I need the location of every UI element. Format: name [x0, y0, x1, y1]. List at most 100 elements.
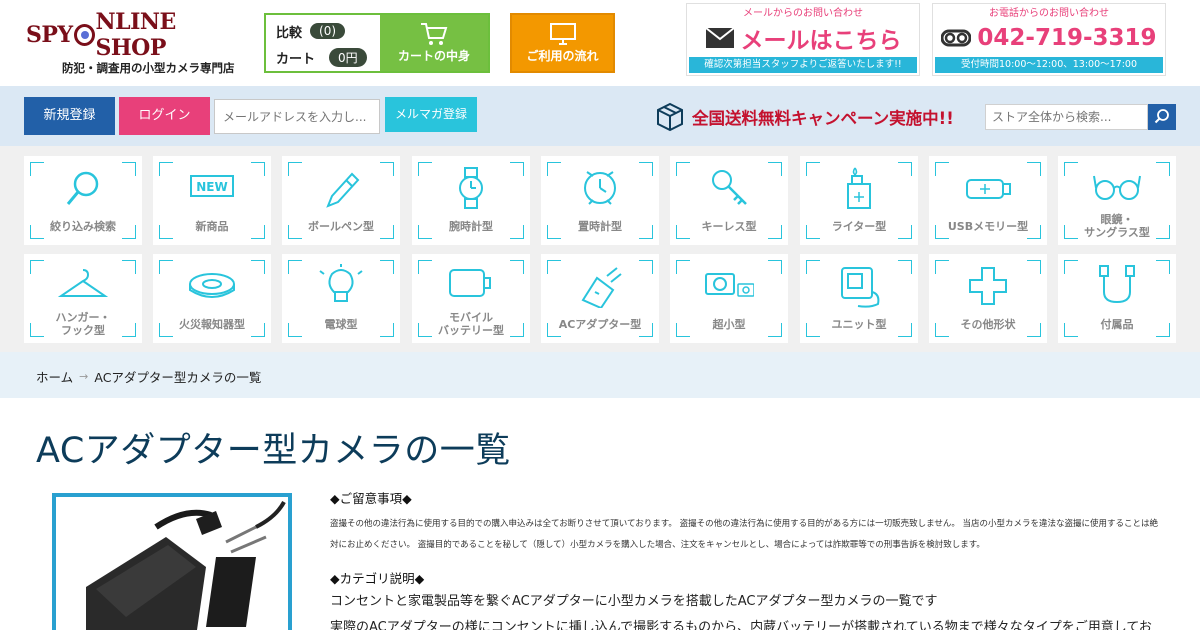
category-tile[interactable]: 眼鏡・ サングラス型 [1058, 156, 1176, 245]
member-bar: 新規登録 ログイン メルマガ登録 全国送料無料キャンペーン実施中!! [0, 86, 1200, 146]
category-tile[interactable]: 絞り込み検索 [24, 156, 142, 245]
category-label: 超小型 [712, 318, 746, 331]
tile-corner [510, 260, 524, 274]
phone-contact-footer: 受付時間10:00～12:00、13:00～17:00 [935, 57, 1163, 73]
cart-button[interactable]: カートの中身 [380, 15, 488, 71]
usage-flow-button[interactable]: ご利用の流れ [510, 13, 615, 73]
category-tile[interactable]: 置時計型 [541, 156, 659, 245]
lighter-icon [847, 167, 871, 209]
register-button[interactable]: 新規登録 [24, 97, 115, 135]
notice-heading: ◆ご留意事項◆ [330, 491, 412, 506]
login-button[interactable]: ログイン [119, 97, 210, 135]
logo-tagline: 防犯・調査用の小型カメラ専門店 [62, 61, 235, 75]
tile-corner [1064, 162, 1078, 176]
other-shape-icon [969, 267, 1007, 305]
cart-icon [421, 23, 448, 45]
category-tile[interactable]: ハンガー・ フック型 [24, 254, 142, 343]
category-tile[interactable]: その他形状 [929, 254, 1047, 343]
tile-corner [639, 260, 653, 274]
mail-contact-banner[interactable]: メールからのお問い合わせ メールはこちら 確認次第担当スタッフよりご返答いたしま… [686, 3, 920, 76]
breadcrumb-home[interactable]: ホーム [36, 367, 73, 386]
logo-lens-icon [73, 24, 95, 46]
tile-corner [1156, 162, 1170, 176]
phone-contact-label: お電話からのお問い合わせ [989, 8, 1109, 19]
unit-icon [841, 267, 880, 308]
free-shipping-campaign: 全国送料無料キャンペーン実施中!! [656, 102, 954, 132]
breadcrumb-current: ACアダプター型カメラの一覧 [94, 370, 262, 385]
tile-corner [251, 162, 265, 176]
cart-row[interactable]: カート 0円 [276, 47, 367, 67]
tile-corner [122, 162, 136, 176]
bulb-icon [319, 264, 363, 302]
breadcrumb-bar: ホーム → ACアダプター型カメラの一覧 [0, 352, 1200, 398]
store-search-input[interactable] [985, 104, 1148, 130]
monitor-icon [549, 23, 576, 45]
category-tile[interactable]: モバイル バッテリー型 [412, 254, 530, 343]
tile-corner [898, 260, 912, 274]
tile-corner [768, 260, 782, 274]
battery-icon [449, 269, 491, 297]
category-heading: ◆カテゴリ説明◆ [330, 571, 425, 586]
cart-summary: 比較 (0) カート 0円 カートの中身 [264, 13, 490, 73]
tile-corner [510, 162, 524, 176]
tile-corner [639, 162, 653, 176]
envelope-icon [704, 27, 735, 48]
tile-corner [288, 162, 302, 176]
phone-contact-banner[interactable]: お電話からのお問い合わせ 042-719-3319 受付時間10:00～12:0… [932, 3, 1166, 76]
newsletter-email-input[interactable] [214, 99, 380, 134]
category-tile[interactable]: キーレス型 [670, 156, 788, 245]
mail-contact-main: メールはこちら [740, 28, 902, 54]
hanger-icon [58, 269, 108, 297]
tile-corner [122, 260, 136, 274]
category-tile[interactable]: ライター型 [800, 156, 918, 245]
newsletter-subscribe-button[interactable]: メルマガ登録 [385, 97, 477, 132]
category-tile[interactable]: USBメモリー型 [929, 156, 1047, 245]
tile-corner [806, 162, 820, 176]
category-label: ユニット型 [831, 318, 887, 331]
category-description-2: 実際のACアダプターの様にコンセントに挿し込んで撮影するものから、内蔵バッテリー… [330, 620, 1152, 630]
category-label: ライター型 [831, 220, 887, 233]
category-tile[interactable]: ボールペン型 [282, 156, 400, 245]
category-tile[interactable]: 超小型 [670, 254, 788, 343]
category-label: USBメモリー型 [947, 220, 1029, 233]
freedial-icon [941, 29, 972, 47]
compare-row[interactable]: 比較 (0) [276, 21, 346, 41]
category-tile[interactable]: ユニット型 [800, 254, 918, 343]
tile-corner [418, 162, 432, 176]
category-tile[interactable]: 電球型 [282, 254, 400, 343]
category-label: 火災報知器型 [179, 318, 245, 331]
breadcrumb-arrow-icon: → [79, 370, 89, 383]
cart-button-label: カートの中身 [397, 49, 470, 63]
logo-wordmark: SPY NLINE SHOP [26, 9, 176, 61]
key-icon [712, 170, 747, 205]
glasses-icon [1093, 175, 1141, 200]
category-label: 電球型 [324, 318, 358, 331]
category-tile[interactable]: 腕時計型 [412, 156, 530, 245]
new-badge-icon: NEW [190, 175, 234, 197]
mail-contact-label: メールからのお問い合わせ [743, 8, 863, 19]
site-logo[interactable]: SPY NLINE SHOP 防犯・調査用の小型カメラ専門店 [26, 9, 242, 75]
search-button[interactable] [1148, 104, 1176, 130]
category-tile[interactable]: 付属品 [1058, 254, 1176, 343]
category-description: コンセントと家電製品等を繋ぐACアダプターに小型カメラを搭載したACアダプター型… [330, 594, 938, 609]
wristwatch-icon [459, 167, 483, 209]
mail-contact-footer: 確認次第担当スタッフよりご返答いたします!! [689, 57, 917, 73]
category-label: 新商品 [195, 220, 229, 233]
category-tile[interactable]: ACアダプター型 [541, 254, 659, 343]
mini-camera-icon [705, 273, 754, 297]
package-icon [657, 102, 683, 132]
tile-corner [159, 260, 173, 274]
tile-corner [676, 260, 690, 274]
category-label: その他形状 [960, 318, 1016, 331]
compare-label: 比較 [276, 25, 303, 41]
tile-corner [768, 162, 782, 176]
category-label: キーレス型 [701, 220, 757, 233]
campaign-text: 全国送料無料キャンペーン実施中!! [692, 109, 954, 128]
tile-corner [935, 162, 949, 176]
tile-corner [1156, 260, 1170, 274]
category-tile[interactable]: NEW 新商品 [153, 156, 271, 245]
category-label: 付属品 [1100, 318, 1134, 331]
category-tile[interactable]: 火災報知器型 [153, 254, 271, 343]
category-label: 眼鏡・ サングラス型 [1084, 213, 1150, 239]
tile-corner [1027, 260, 1041, 274]
